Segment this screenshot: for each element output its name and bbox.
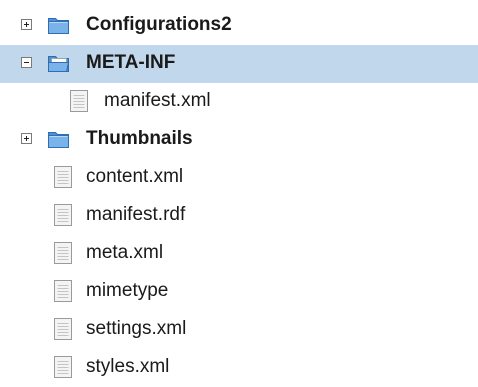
tree-item-label: content.xml xyxy=(86,166,184,187)
file-icon xyxy=(51,355,75,379)
tree-item-label: settings.xml xyxy=(86,318,187,339)
tree-item-label: Configurations2 xyxy=(86,14,232,35)
collapse-icon[interactable] xyxy=(21,57,32,68)
file-icon xyxy=(51,279,75,303)
tree-item-label: META-INF xyxy=(86,52,176,73)
folder-closed-icon xyxy=(47,13,71,37)
tree-item-settings-xml[interactable]: settings.xml xyxy=(0,311,478,349)
tree-item-label: manifest.xml xyxy=(104,90,211,111)
tree-item-label: Thumbnails xyxy=(86,128,193,149)
file-icon xyxy=(67,89,91,113)
folder-open-icon xyxy=(47,51,71,75)
tree-item-mimetype[interactable]: mimetype xyxy=(0,273,478,311)
file-icon xyxy=(51,165,75,189)
tree-item-label: styles.xml xyxy=(86,356,170,377)
tree-item-meta-xml[interactable]: meta.xml xyxy=(0,235,478,273)
file-icon xyxy=(51,317,75,341)
tree-item-content-xml[interactable]: content.xml xyxy=(0,159,478,197)
folder-closed-icon xyxy=(47,127,71,151)
file-tree: Configurations2 META-INF manifest.xml Th… xyxy=(0,7,478,387)
expand-icon[interactable] xyxy=(21,19,32,30)
expand-icon[interactable] xyxy=(21,133,32,144)
file-icon xyxy=(51,241,75,265)
tree-item-styles-xml[interactable]: styles.xml xyxy=(0,349,478,387)
tree-item-meta-inf[interactable]: META-INF xyxy=(0,45,478,83)
tree-item-label: mimetype xyxy=(86,280,169,301)
tree-item-label: manifest.rdf xyxy=(86,204,186,225)
file-icon xyxy=(51,203,75,227)
tree-item-manifest-rdf[interactable]: manifest.rdf xyxy=(0,197,478,235)
tree-item-thumbnails[interactable]: Thumbnails xyxy=(0,121,478,159)
tree-item-manifest-xml[interactable]: manifest.xml xyxy=(0,83,478,121)
tree-item-label: meta.xml xyxy=(86,242,164,263)
tree-item-configurations2[interactable]: Configurations2 xyxy=(0,7,478,45)
